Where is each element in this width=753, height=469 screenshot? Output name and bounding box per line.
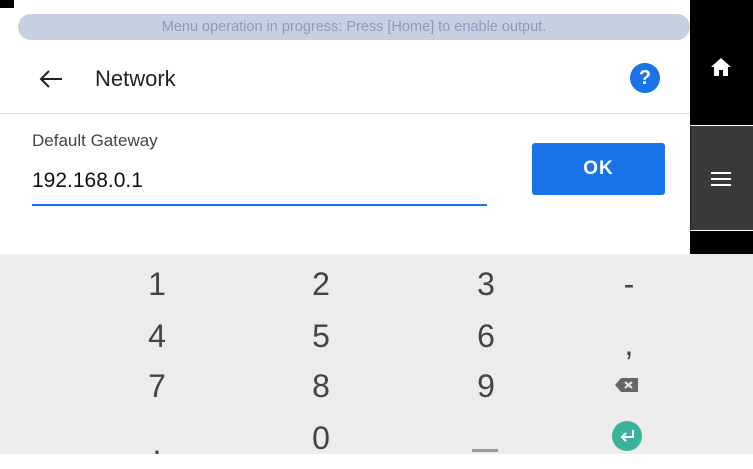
enter-icon[interactable]: [612, 421, 642, 451]
rail-bottom: [690, 231, 753, 254]
space-key[interactable]: [472, 449, 498, 452]
key-2[interactable]: 2: [281, 258, 361, 310]
status-banner: Menu operation in progress: Press [Home]…: [18, 14, 690, 40]
key-3[interactable]: 3: [446, 258, 526, 310]
key-4[interactable]: 4: [117, 310, 197, 362]
key-8[interactable]: 8: [281, 360, 361, 412]
key-comma[interactable]: ,: [589, 318, 669, 370]
key-minus[interactable]: -: [589, 258, 669, 310]
help-icon[interactable]: ?: [630, 63, 660, 93]
top-edge-fragment: [0, 0, 14, 8]
key-6[interactable]: 6: [446, 310, 526, 362]
back-arrow-icon[interactable]: [36, 64, 66, 94]
key-0[interactable]: 0: [281, 412, 361, 464]
header-divider: [0, 113, 690, 114]
backspace-icon[interactable]: [613, 376, 641, 394]
ok-button[interactable]: OK: [532, 143, 665, 195]
key-9[interactable]: 9: [446, 360, 526, 412]
menu-icon[interactable]: [709, 169, 733, 189]
key-period[interactable]: .: [117, 417, 197, 469]
default-gateway-input[interactable]: [32, 158, 487, 206]
key-1[interactable]: 1: [117, 258, 197, 310]
home-icon[interactable]: [708, 54, 734, 80]
page-title: Network: [95, 66, 176, 91]
key-7[interactable]: 7: [117, 360, 197, 412]
key-5[interactable]: 5: [281, 310, 361, 362]
field-label: Default Gateway: [32, 131, 158, 150]
